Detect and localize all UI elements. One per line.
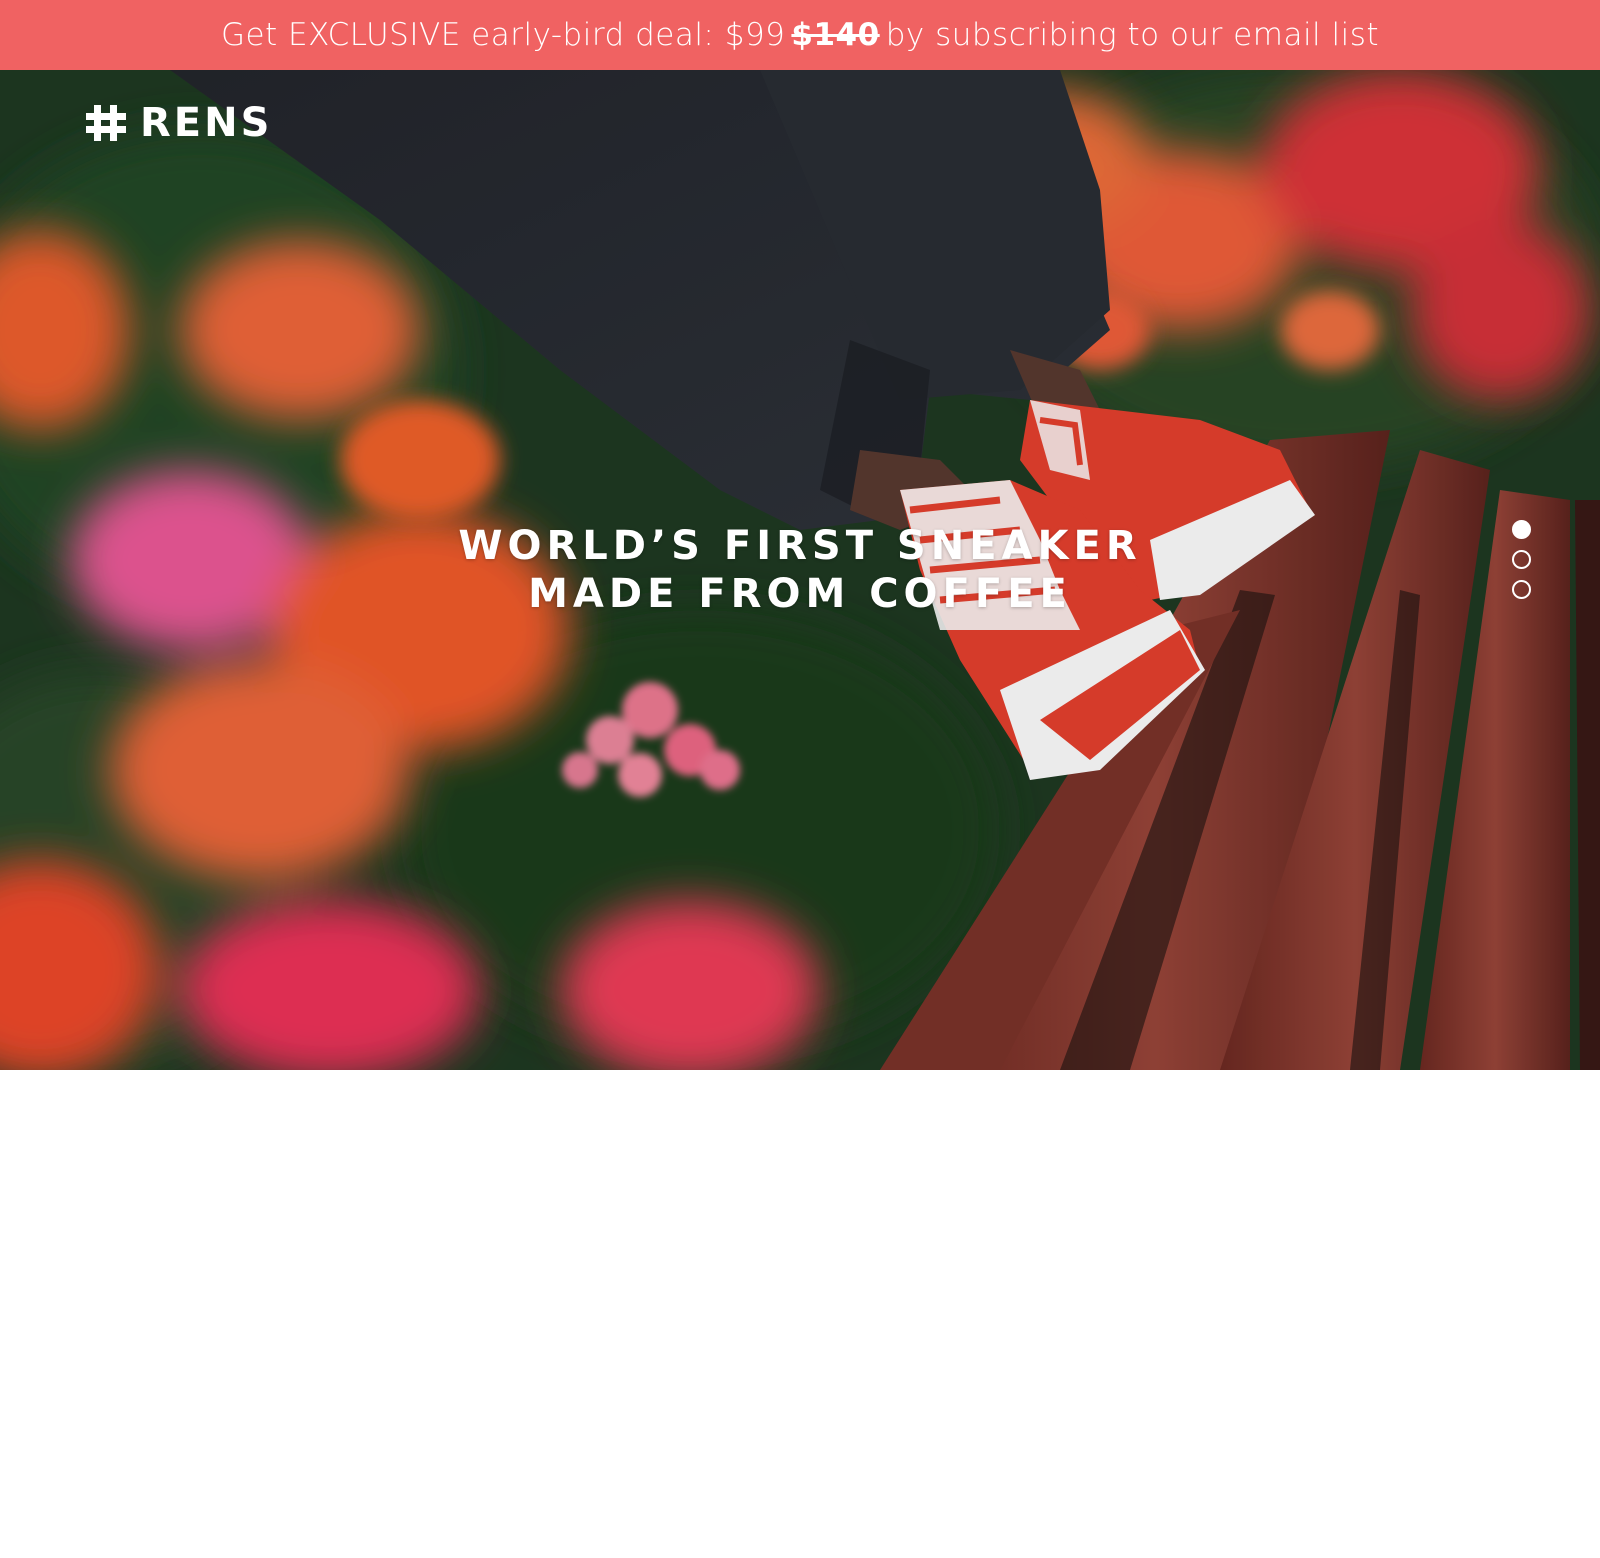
- promo-cta-text: by subscribing to our email list: [885, 17, 1380, 53]
- slide-dot-2[interactable]: [1512, 550, 1531, 569]
- hero-headline: WORLD’S FIRST SNEAKER MADE FROM COFFEE: [300, 522, 1300, 618]
- brand-name: RENS: [140, 100, 273, 146]
- promo-text: Get EXCLUSIVE early-bird deal: $99: [220, 17, 786, 53]
- hero-section: RENS WORLD’S FIRST SNEAKER MADE FROM COF…: [0, 70, 1600, 1070]
- slide-dot-3[interactable]: [1512, 580, 1531, 599]
- slider-pagination: [1512, 520, 1531, 599]
- page-content-blank: [0, 1070, 1600, 1558]
- headline-line-1: WORLD’S FIRST SNEAKER: [458, 523, 1142, 569]
- slide-dot-1[interactable]: [1512, 520, 1531, 539]
- brand-logo[interactable]: RENS: [84, 100, 272, 146]
- promo-banner[interactable]: Get EXCLUSIVE early-bird deal: $99 $140 …: [0, 0, 1600, 70]
- hash-icon: [86, 105, 126, 141]
- headline-line-2: MADE FROM COFFEE: [528, 571, 1072, 617]
- old-price: $140: [791, 17, 880, 53]
